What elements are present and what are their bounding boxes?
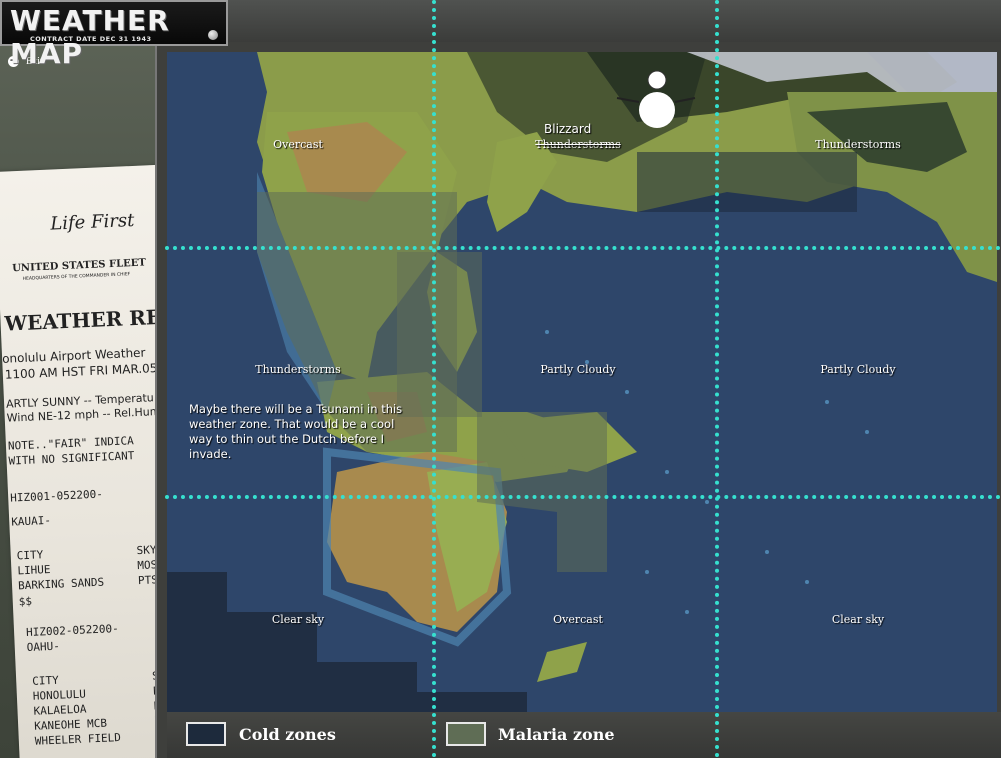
left-panel: ➜ Exit Life First UNITED STATES FLEET HE… [0,0,162,758]
weather-map-title-plate: WEATHER MAP CONTRACT DATE DEC 31 1943 [0,0,228,70]
grid-line-vertical [432,0,436,758]
zone-label: Thunderstorms [815,138,901,151]
report-line: $$ [18,594,33,609]
grid-line-vertical [715,0,719,758]
report-line: WITH NO SIGNIFICANT [8,449,135,468]
screw-icon [208,30,218,40]
cold-zone-swatch [186,722,226,746]
annotation-text: Maybe there will be a Tsunami in this we… [189,402,403,461]
zone-label-blizzard: Blizzard [544,122,592,136]
malaria-zone-swatch [446,722,486,746]
report-signature: Life First [49,209,135,235]
report-col-city: CITY [16,548,44,563]
report-city: KANEOHE MCB [33,716,108,733]
weather-report-paper: Life First UNITED STATES FLEET HEADQUART… [0,164,162,758]
report-col-city: CITY [31,673,60,688]
report-city: BARKING SANDS [17,575,105,593]
report-city: LIHUE [17,562,51,578]
map-top-strip [228,0,1001,43]
zone-label: Thunderstorms [255,363,341,376]
page-subtitle: CONTRACT DATE DEC 31 1943 [30,35,152,43]
malaria-zone-label: Malaria zone [498,725,615,744]
report-city: KALAELOA [33,702,87,718]
zone-label: Clear sky [831,613,885,626]
report-hq: HEADQUARTERS OF THE COMMANDER IN CHIEF [22,272,131,282]
grid-line-horizontal [165,246,1001,250]
zone-label: Overcast [553,613,603,626]
zone-label: Clear sky [271,613,325,626]
zone-label: Overcast [273,138,323,151]
report-line: OAHU- [26,639,61,655]
report-city: WHEELER FIELD [34,731,122,748]
report-heading: WEATHER REPOR [4,302,162,336]
report-line: HIZ001-052200- [9,487,104,505]
report-line: KAUAI- [11,513,52,529]
grid-line-horizontal [165,495,1001,499]
zone-label: Partly Cloudy [540,363,616,376]
report-line: HIZ002-052200- [25,621,120,640]
zone-label-struck: Thunderstorms [535,138,621,151]
report-city: HONOLULU [32,687,87,703]
cold-zone-label: Cold zones [239,725,336,744]
zone-label: Partly Cloudy [820,363,896,376]
